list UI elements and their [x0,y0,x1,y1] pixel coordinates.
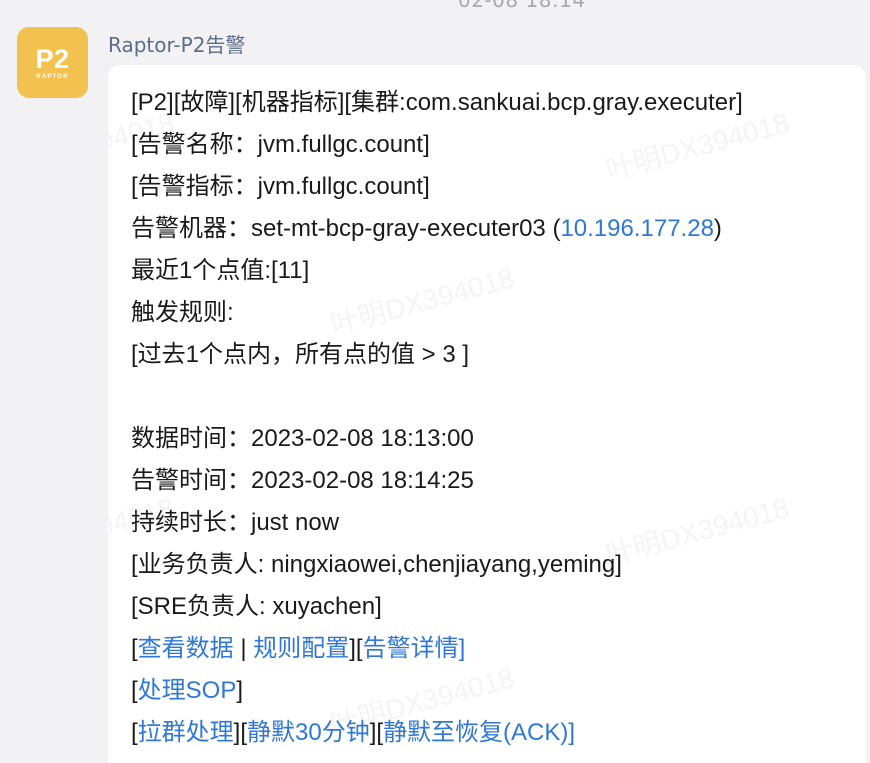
chat-view: 02-08 18:14 P2 RAPTOR Raptor-P2告警 叶明DX39… [0,0,870,763]
data-links-line: [查看数据 | 规则配置][告警详情] [131,628,856,670]
alert-time-line: 告警时间：2023-02-08 18:14:25 [131,467,474,494]
bracket-open: [ [131,719,138,746]
alert-detail-link[interactable]: 告警详情 [363,635,459,662]
sop-line: [处理SOP] [131,670,856,712]
alert-machine-close: ) [713,215,722,242]
machine-ip-link[interactable]: 10.196.177.28 [560,215,713,242]
sender-name[interactable]: Raptor-P2告警 [108,29,245,58]
rule-config-link[interactable]: 规则配置 [253,635,349,662]
bracket-close: ] [568,719,576,746]
sre-owner-line: [SRE负责人: xuyachen] [131,593,382,620]
message-timestamp: 02-08 18:14 [458,0,586,12]
action-links-line: [拉群处理][静默30分钟][静默至恢复(ACK)] [131,712,856,754]
mute-30min-link[interactable]: 静默30分钟 [247,719,370,746]
data-time-line: 数据时间：2023-02-08 18:13:00 [131,425,474,452]
trigger-rule-line: [过去1个点内，所有点的值 > 3 ] [131,341,470,368]
blank-spacer [131,376,856,418]
bracket-open: [ [131,635,138,662]
bracket-open: [ [240,719,248,746]
recent-value-line: 最近1个点值:[11] [131,257,310,284]
alert-machine-line: 告警机器：set-mt-bcp-gray-executer03 (10.196.… [131,208,856,250]
bracket-close: ] [236,677,244,704]
bracket-open: [ [131,677,138,704]
avatar-logo-subtext: RAPTOR [36,73,69,80]
sender-avatar[interactable]: P2 RAPTOR [17,27,88,98]
bracket-open: [ [355,635,363,662]
alert-name-line: [告警名称：jvm.fullgc.count] [131,131,430,158]
message-content: [P2][故障][机器指标][集群:com.sankuai.bcp.gray.e… [131,82,856,754]
pipe-separator: | [233,635,254,662]
mute-until-recover-link[interactable]: 静默至恢复(ACK) [383,719,568,746]
bracket-close: ] [349,635,356,662]
message-bubble: 叶明DX394018 叶明DX394018 叶明DX394018 叶明DX394… [108,65,866,763]
handle-sop-link[interactable]: 处理SOP [138,677,237,704]
alert-metric-line: [告警指标：jvm.fullgc.count] [131,173,430,200]
alert-machine-label: 告警机器：set-mt-bcp-gray-executer03 ( [131,215,561,242]
view-data-link[interactable]: 查看数据 [138,635,234,662]
duration-line: 持续时长：just now [131,509,340,536]
trigger-rule-label: 触发规则: [131,299,234,326]
alert-title-line: [P2][故障][机器指标][集群:com.sankuai.bcp.gray.e… [131,89,743,116]
create-group-link[interactable]: 拉群处理 [138,719,234,746]
avatar-logo-text: P2 [35,43,70,74]
bracket-close: ] [458,635,466,662]
business-owner-line: [业务负责人: ningxiaowei,chenjiayang,yeming] [131,551,622,578]
